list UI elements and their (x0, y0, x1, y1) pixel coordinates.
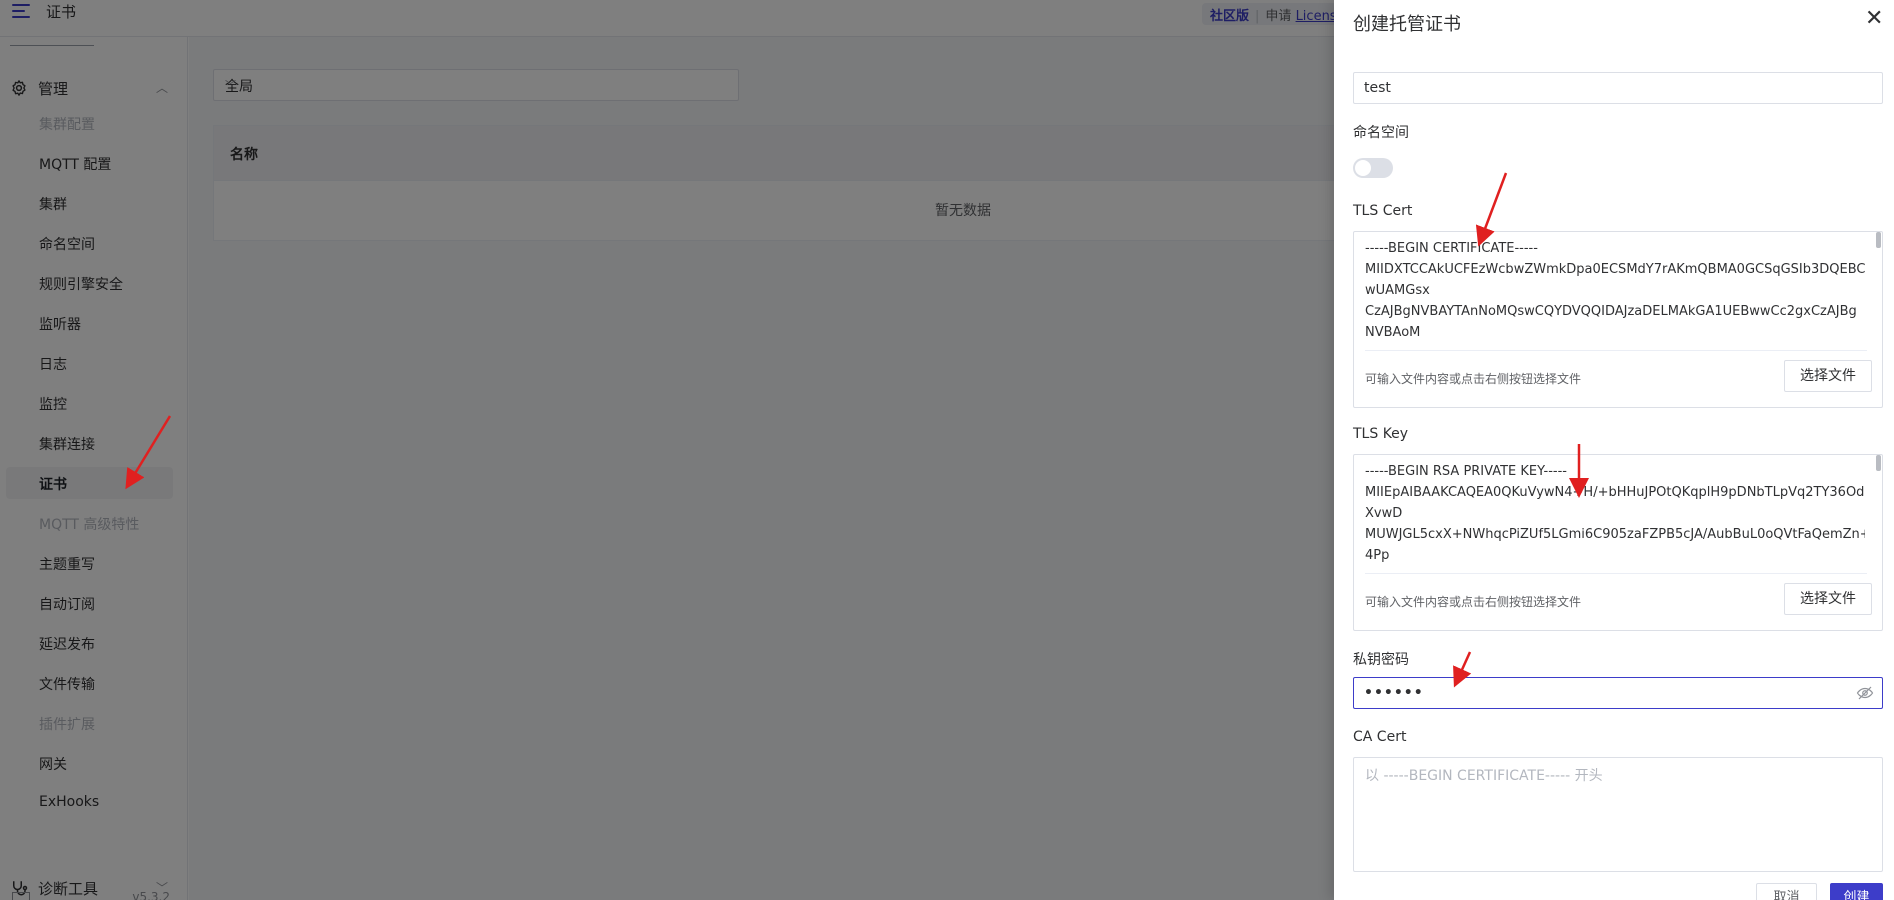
private-key-password-label: 私钥密码 (1353, 652, 1409, 668)
eye-off-icon[interactable] (1856, 684, 1874, 702)
scrollbar[interactable] (1876, 455, 1881, 471)
password-value: •••••• (1364, 685, 1424, 701)
drawer-title: 创建托管证书 (1353, 14, 1461, 35)
ca-cert-textarea[interactable]: 以 -----BEGIN CERTIFICATE----- 开头 (1353, 757, 1883, 872)
tls-cert-hint: 可输入文件内容或点击右侧按钮选择文件 (1365, 372, 1582, 386)
tls-key-label: TLS Key (1353, 426, 1409, 442)
create-button[interactable]: 创建 (1830, 883, 1883, 900)
tls-key-line: XvwD (1365, 506, 1403, 521)
create-certificate-drawer: 创建托管证书 ✕ test 命名空间 TLS Cert -----BEGIN C… (1334, 0, 1894, 900)
ca-cert-placeholder: 以 -----BEGIN CERTIFICATE----- 开头 (1365, 768, 1603, 784)
tls-key-hint: 可输入文件内容或点击右侧按钮选择文件 (1365, 595, 1582, 609)
tls-key-textarea[interactable]: -----BEGIN RSA PRIVATE KEY----- MIIEpAIB… (1365, 461, 1865, 573)
namespace-label: 命名空间 (1353, 125, 1409, 141)
scrollbar[interactable] (1876, 232, 1881, 248)
close-icon[interactable]: ✕ (1865, 8, 1883, 30)
private-key-password-input[interactable]: •••••• (1353, 677, 1883, 709)
tls-cert-line: wUAMGsx (1365, 283, 1430, 298)
tls-cert-line: -----BEGIN CERTIFICATE----- (1365, 241, 1538, 256)
name-input-value: test (1364, 80, 1391, 96)
tls-key-line: MUWJGL5cxX+NWhqcPiZUf5LGmi6C905zaFZPB5cJ… (1365, 527, 1865, 542)
tls-cert-field[interactable]: -----BEGIN CERTIFICATE----- MIIDXTCCAkUC… (1353, 231, 1883, 408)
tls-key-field[interactable]: -----BEGIN RSA PRIVATE KEY----- MIIEpAIB… (1353, 454, 1883, 631)
tls-cert-line: NVBAoM (1365, 325, 1421, 340)
ca-cert-label: CA Cert (1353, 729, 1407, 745)
cancel-button[interactable]: 取消 (1756, 883, 1817, 900)
tls-key-line: -----BEGIN RSA PRIVATE KEY----- (1365, 464, 1567, 479)
divider (1365, 350, 1867, 351)
tls-cert-textarea[interactable]: -----BEGIN CERTIFICATE----- MIIDXTCCAkUC… (1365, 238, 1865, 350)
tls-key-line: MIIEpAIBAAKCAQEA0QKuVywN4+H/+bHHuJPOtQKq… (1365, 485, 1865, 500)
name-input[interactable]: test (1353, 72, 1883, 104)
tls-cert-select-file-button[interactable]: 选择文件 (1784, 360, 1872, 392)
divider (1365, 573, 1867, 574)
tls-key-line: 4Pp (1365, 548, 1390, 563)
tls-key-select-file-button[interactable]: 选择文件 (1784, 583, 1872, 615)
tls-cert-line: MIIDXTCCAkUCFEzWcbwZWmkDpa0ECSMdY7rAKmQB… (1365, 262, 1865, 277)
tls-cert-line: CzAJBgNVBAYTAnNoMQswCQYDVQQIDAJzaDELMAkG… (1365, 304, 1857, 319)
namespace-toggle[interactable] (1353, 158, 1393, 178)
tls-cert-label: TLS Cert (1353, 203, 1413, 219)
